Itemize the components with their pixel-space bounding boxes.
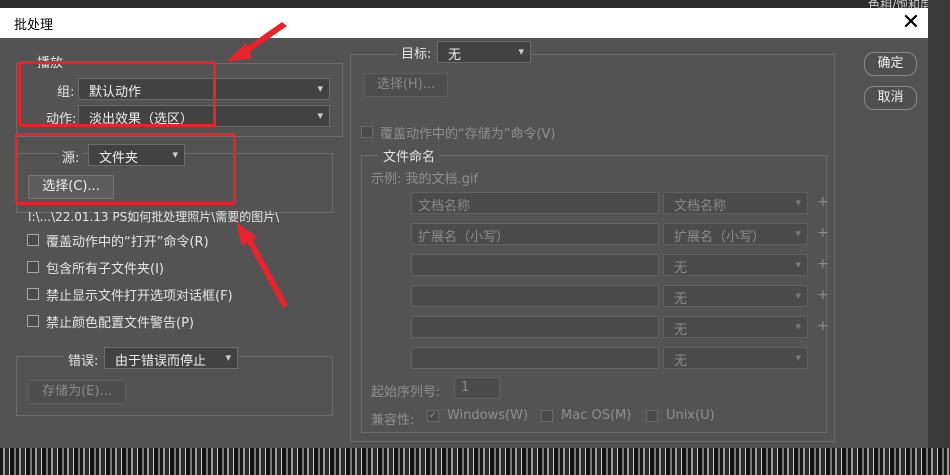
- annotation-arrows: [226, 22, 288, 308]
- annotation-arrow-top: [226, 22, 287, 62]
- background-app-panel: [928, 0, 950, 475]
- background-image-strip: [0, 448, 950, 475]
- background-app-strip: [0, 0, 950, 8]
- annotation-arrow-bottom: [236, 222, 288, 308]
- batch-dialog: 批处理 ✕ 播放 组: 默认动作 ▾ 动作: 淡出效果（选区） ▾ 源: 文件夹…: [0, 8, 928, 448]
